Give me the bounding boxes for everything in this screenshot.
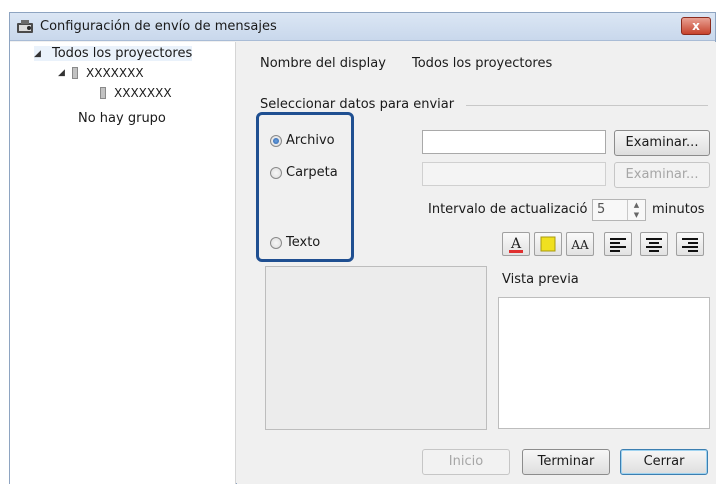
font-size-button[interactable]: AA: [566, 232, 594, 256]
background-color-button[interactable]: [534, 232, 562, 256]
align-right-button[interactable]: [676, 232, 704, 256]
tree-item-sub-projector[interactable]: XXXXXXX: [98, 86, 172, 100]
update-interval-unit: minutos: [652, 202, 705, 217]
tree-item-all-projectors[interactable]: ◢ Todos los proyectores: [34, 46, 193, 61]
finish-button[interactable]: Terminar: [522, 449, 610, 475]
close-window-button[interactable]: x: [681, 17, 711, 35]
options-highlight-box: [256, 112, 354, 262]
display-name-label: Nombre del display: [260, 56, 386, 71]
align-left-icon: [610, 238, 626, 252]
background-color-icon: [540, 236, 556, 252]
message-settings-app-icon: [17, 20, 33, 33]
update-interval-stepper[interactable]: 5 ▲ ▼: [592, 199, 646, 221]
projector-tree: ◢ Todos los proyectores ◢ XXXXXXX XXXXXX…: [10, 42, 236, 484]
update-interval-value: 5: [597, 202, 606, 217]
text-color-button[interactable]: A: [502, 232, 530, 256]
folder-path-input[interactable]: [422, 162, 606, 186]
preview-label: Vista previa: [502, 272, 579, 287]
browse-file-button[interactable]: Examinar...: [614, 130, 710, 156]
text-color-icon: A: [509, 236, 523, 253]
stepper-down-icon[interactable]: ▼: [628, 210, 645, 220]
projector-icon: [72, 67, 78, 79]
tree-item-projector[interactable]: ◢ XXXXXXX: [58, 66, 144, 80]
tree-item-label: XXXXXXX: [86, 66, 144, 80]
display-name-value: Todos los proyectores: [412, 56, 553, 71]
align-center-button[interactable]: [640, 232, 668, 256]
collapse-arrow-icon[interactable]: ◢: [58, 68, 70, 78]
tree-item-label: Todos los proyectores: [52, 46, 193, 61]
preview-area: [498, 297, 710, 429]
tree-item-label: XXXXXXX: [114, 86, 172, 100]
collapse-arrow-icon[interactable]: ◢: [34, 49, 46, 59]
title-bar: Configuración de envío de mensajes x: [10, 13, 715, 41]
section-divider: [466, 105, 708, 106]
start-button[interactable]: Inicio: [422, 449, 510, 475]
align-right-icon: [682, 238, 698, 252]
font-size-glyph: AA: [570, 238, 589, 252]
window-title: Configuración de envío de mensajes: [40, 19, 277, 34]
select-data-label: Seleccionar datos para enviar: [260, 97, 455, 112]
projector-icon: [100, 87, 106, 99]
stepper-up-icon[interactable]: ▲: [628, 200, 645, 210]
close-button[interactable]: Cerrar: [620, 449, 708, 475]
align-center-icon: [646, 238, 662, 252]
font-size-icon: AA: [570, 238, 589, 252]
text-color-glyph: A: [510, 236, 522, 252]
tree-item-no-group[interactable]: No hay grupo: [78, 111, 166, 126]
file-path-input[interactable]: [422, 130, 606, 154]
align-left-button[interactable]: [604, 232, 632, 256]
tree-item-label: No hay grupo: [78, 111, 166, 126]
browse-folder-button[interactable]: Examinar...: [614, 162, 710, 188]
message-text-area[interactable]: [265, 266, 487, 430]
stepper-arrows[interactable]: ▲ ▼: [627, 200, 645, 220]
update-interval-label: Intervalo de actualizació: [428, 202, 588, 217]
